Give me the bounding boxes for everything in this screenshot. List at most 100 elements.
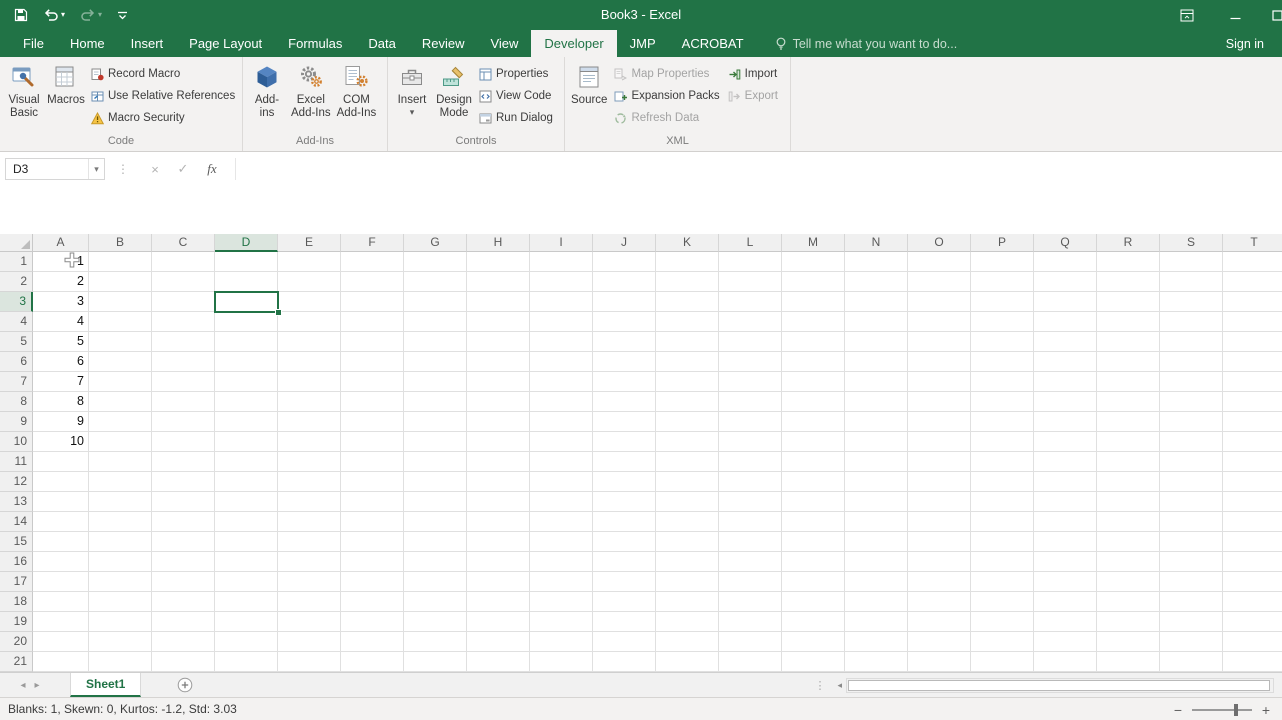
row-header-2[interactable]: 2 (0, 272, 33, 292)
cell-J8[interactable] (593, 392, 656, 412)
use-relative-references-button[interactable]: Use Relative References (87, 87, 239, 105)
cell-A7[interactable]: 7 (33, 372, 89, 392)
cell-O18[interactable] (908, 592, 971, 612)
cell-K17[interactable] (656, 572, 719, 592)
cell-J14[interactable] (593, 512, 656, 532)
cell-L21[interactable] (719, 652, 782, 672)
cell-Q11[interactable] (1034, 452, 1097, 472)
cell-T19[interactable] (1223, 612, 1282, 632)
cell-L19[interactable] (719, 612, 782, 632)
cell-S3[interactable] (1160, 292, 1223, 312)
cell-I9[interactable] (530, 412, 593, 432)
tab-data[interactable]: Data (355, 30, 408, 57)
cell-C1[interactable] (152, 252, 215, 272)
cell-O4[interactable] (908, 312, 971, 332)
cell-B2[interactable] (89, 272, 152, 292)
cell-S18[interactable] (1160, 592, 1223, 612)
cell-M2[interactable] (782, 272, 845, 292)
cell-F8[interactable] (341, 392, 404, 412)
cell-F17[interactable] (341, 572, 404, 592)
column-header-E[interactable]: E (278, 234, 341, 252)
cell-J3[interactable] (593, 292, 656, 312)
cell-J15[interactable] (593, 532, 656, 552)
cell-M5[interactable] (782, 332, 845, 352)
cell-D1[interactable] (215, 252, 278, 272)
horizontal-scrollbar[interactable] (846, 678, 1274, 693)
row-header-20[interactable]: 20 (0, 632, 33, 652)
cell-H1[interactable] (467, 252, 530, 272)
cell-P17[interactable] (971, 572, 1034, 592)
cell-G20[interactable] (404, 632, 467, 652)
sheet-nav-left-arrow[interactable]: ◂ (16, 680, 30, 691)
cell-N8[interactable] (845, 392, 908, 412)
cell-S20[interactable] (1160, 632, 1223, 652)
cell-M21[interactable] (782, 652, 845, 672)
cell-D12[interactable] (215, 472, 278, 492)
cell-S13[interactable] (1160, 492, 1223, 512)
cell-N10[interactable] (845, 432, 908, 452)
cell-I6[interactable] (530, 352, 593, 372)
cell-B15[interactable] (89, 532, 152, 552)
zoom-slider[interactable] (1192, 709, 1252, 711)
column-header-S[interactable]: S (1160, 234, 1223, 252)
cell-I19[interactable] (530, 612, 593, 632)
column-header-G[interactable]: G (404, 234, 467, 252)
cell-B4[interactable] (89, 312, 152, 332)
cell-D21[interactable] (215, 652, 278, 672)
cell-O3[interactable] (908, 292, 971, 312)
cell-H2[interactable] (467, 272, 530, 292)
cell-J7[interactable] (593, 372, 656, 392)
row-header-21[interactable]: 21 (0, 652, 33, 672)
cell-A6[interactable]: 6 (33, 352, 89, 372)
insert-control-button[interactable]: Insert ▾ (391, 61, 433, 118)
cell-I3[interactable] (530, 292, 593, 312)
cell-M9[interactable] (782, 412, 845, 432)
cell-I7[interactable] (530, 372, 593, 392)
cell-S4[interactable] (1160, 312, 1223, 332)
cell-I17[interactable] (530, 572, 593, 592)
cell-H16[interactable] (467, 552, 530, 572)
cell-E13[interactable] (278, 492, 341, 512)
cell-P3[interactable] (971, 292, 1034, 312)
cell-E4[interactable] (278, 312, 341, 332)
excel-add-ins-button[interactable]: ExcelAdd-Ins (288, 61, 334, 121)
cell-Q12[interactable] (1034, 472, 1097, 492)
cell-R20[interactable] (1097, 632, 1160, 652)
cell-O20[interactable] (908, 632, 971, 652)
cell-A4[interactable]: 4 (33, 312, 89, 332)
cell-N1[interactable] (845, 252, 908, 272)
ribbon-display-options-button[interactable] (1176, 0, 1198, 30)
add-ins-button[interactable]: Add-ins (246, 61, 288, 121)
cell-Q19[interactable] (1034, 612, 1097, 632)
cell-F15[interactable] (341, 532, 404, 552)
cell-N4[interactable] (845, 312, 908, 332)
column-header-L[interactable]: L (719, 234, 782, 252)
cell-E1[interactable] (278, 252, 341, 272)
cell-S19[interactable] (1160, 612, 1223, 632)
row-header-9[interactable]: 9 (0, 412, 33, 432)
cell-E7[interactable] (278, 372, 341, 392)
cell-B6[interactable] (89, 352, 152, 372)
cell-D11[interactable] (215, 452, 278, 472)
cell-D13[interactable] (215, 492, 278, 512)
cell-H17[interactable] (467, 572, 530, 592)
column-header-R[interactable]: R (1097, 234, 1160, 252)
cell-O14[interactable] (908, 512, 971, 532)
cell-G6[interactable] (404, 352, 467, 372)
cell-Q14[interactable] (1034, 512, 1097, 532)
cell-K16[interactable] (656, 552, 719, 572)
tab-file[interactable]: File (10, 30, 57, 57)
cell-B21[interactable] (89, 652, 152, 672)
column-header-F[interactable]: F (341, 234, 404, 252)
cell-L13[interactable] (719, 492, 782, 512)
cell-L9[interactable] (719, 412, 782, 432)
cell-K15[interactable] (656, 532, 719, 552)
cell-O9[interactable] (908, 412, 971, 432)
cell-L12[interactable] (719, 472, 782, 492)
cell-S21[interactable] (1160, 652, 1223, 672)
cell-G9[interactable] (404, 412, 467, 432)
cell-L18[interactable] (719, 592, 782, 612)
cell-F14[interactable] (341, 512, 404, 532)
cell-N9[interactable] (845, 412, 908, 432)
cell-R16[interactable] (1097, 552, 1160, 572)
